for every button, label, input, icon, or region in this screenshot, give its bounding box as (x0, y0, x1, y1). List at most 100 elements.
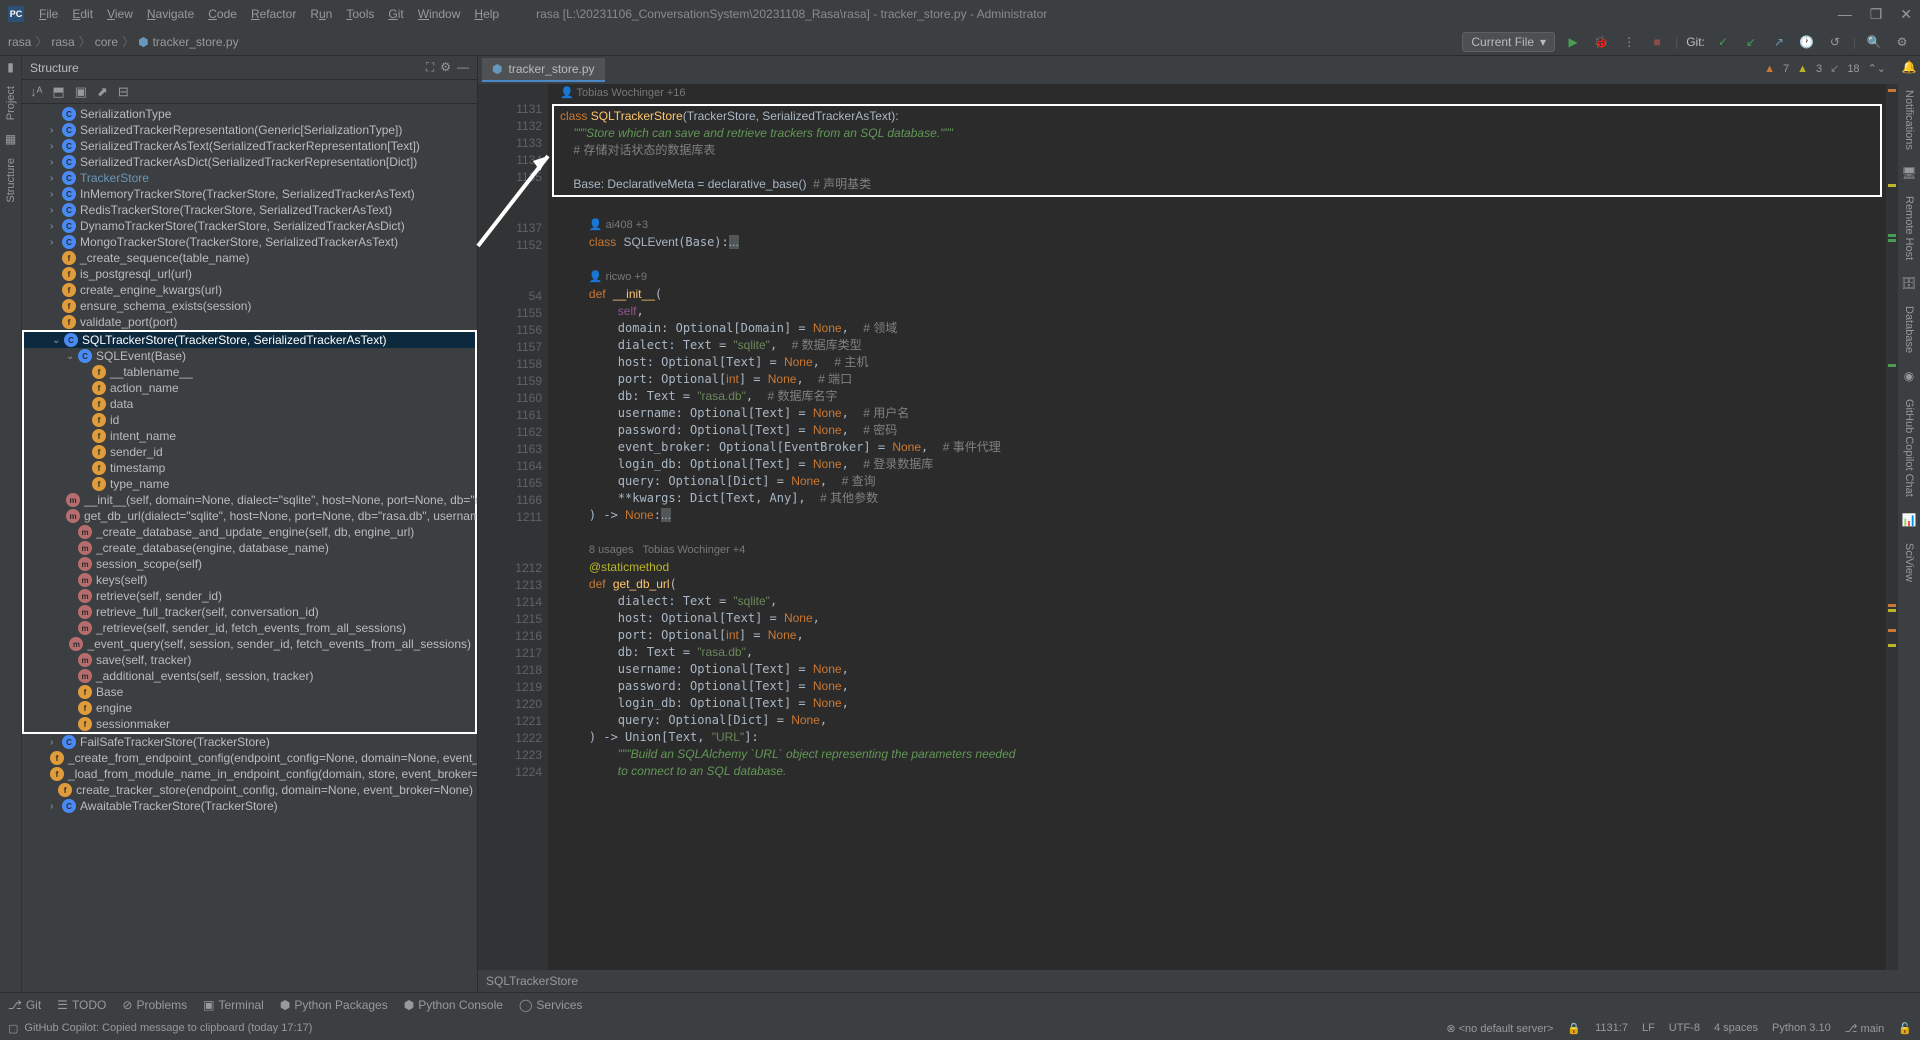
python-packages-button[interactable]: ⬢Python Packages (280, 998, 388, 1012)
notifications-tool[interactable]: Notifications (1901, 86, 1917, 154)
problems-tool-button[interactable]: ⊘Problems (122, 998, 187, 1012)
show-inherited-icon[interactable]: ⬈ (97, 84, 108, 100)
menu-tools[interactable]: Tools (339, 7, 381, 21)
database-tool[interactable]: Database (1901, 302, 1917, 357)
git-commit-icon[interactable]: ↙ (1741, 32, 1761, 52)
copilot-chat-tool[interactable]: GitHub Copilot Chat (1901, 395, 1917, 501)
run-config-dropdown[interactable]: Current File▾ (1462, 32, 1555, 52)
interpreter[interactable]: Python 3.10 (1772, 1022, 1831, 1034)
editor-tab-tracker-store[interactable]: ⬢ tracker_store.py (482, 58, 605, 82)
tree-item[interactable]: SerializationType (22, 106, 477, 122)
todo-tool-button[interactable]: ☰TODO (57, 998, 106, 1012)
indent-setting[interactable]: 4 spaces (1714, 1022, 1758, 1034)
expand-icon[interactable]: ⛶ (426, 60, 434, 75)
tree-item[interactable]: session_scope(self) (24, 556, 475, 572)
git-push-icon[interactable]: ↗ (1769, 32, 1789, 52)
tree-item[interactable]: action_name (24, 380, 475, 396)
hide-icon[interactable]: — (457, 60, 469, 75)
project-tool-icon[interactable]: ▮ (7, 60, 14, 74)
tree-item[interactable]: data (24, 396, 475, 412)
minimize-icon[interactable]: — (1838, 6, 1852, 23)
database-icon[interactable]: 🗄 (1901, 276, 1916, 290)
tree-item[interactable]: ⌄SQLEvent(Base) (24, 348, 475, 364)
close-icon[interactable]: ✕ (1900, 6, 1912, 23)
tree-item[interactable]: keys(self) (24, 572, 475, 588)
tree-item[interactable]: ›SerializedTrackerAsDict(SerializedTrack… (22, 154, 477, 170)
settings-icon[interactable]: ⚙ (1892, 32, 1912, 52)
tree-item[interactable]: _load_from_module_name_in_endpoint_confi… (22, 766, 477, 782)
editor-breadcrumb[interactable]: SQLTrackerStore (478, 970, 1898, 992)
error-stripe[interactable] (1886, 84, 1898, 970)
chevron-up-down-icon[interactable]: ⌃⌄ (1868, 62, 1886, 75)
bell-icon[interactable]: 🔔 (1902, 60, 1917, 74)
project-tool-button[interactable]: Project (3, 82, 19, 124)
tree-item[interactable]: ›DynamoTrackerStore(TrackerStore, Serial… (22, 218, 477, 234)
tree-item[interactable]: intent_name (24, 428, 475, 444)
git-tool-button[interactable]: ⎇Git (8, 998, 41, 1012)
code-editor[interactable]: 👤 Tobias Wochinger +16 class SQLTrackerS… (548, 84, 1886, 970)
sort-alpha-icon[interactable]: ↓ᴬ (30, 84, 42, 99)
lock-icon[interactable]: 🔒 (1567, 1022, 1581, 1035)
structure-tool-icon[interactable]: ▦ (5, 132, 16, 146)
menu-edit[interactable]: Edit (65, 7, 100, 21)
remote-host-tool[interactable]: Remote Host (1901, 192, 1917, 264)
editor-gutter[interactable]: 1131113211331134113511371152541155115611… (478, 84, 548, 970)
tree-item[interactable]: Base (24, 684, 475, 700)
breadcrumb-item[interactable]: rasa (8, 35, 31, 49)
encoding[interactable]: UTF-8 (1669, 1022, 1700, 1034)
python-console-button[interactable]: ⬢Python Console (404, 998, 503, 1012)
tree-item[interactable]: ensure_schema_exists(session) (22, 298, 477, 314)
tree-item[interactable]: is_postgresql_url(url) (22, 266, 477, 282)
tree-item[interactable]: ›SerializedTrackerAsText(SerializedTrack… (22, 138, 477, 154)
menu-git[interactable]: Git (381, 7, 410, 21)
inspection-widget[interactable]: ▲7 ▲3 ↙18 ⌃⌄ (1756, 60, 1894, 77)
tree-item[interactable]: engine (24, 700, 475, 716)
tree-item[interactable]: _event_query(self, session, sender_id, f… (24, 636, 475, 652)
show-fields-icon[interactable]: ▣ (75, 84, 87, 100)
tree-item[interactable]: ›RedisTrackerStore(TrackerStore, Seriali… (22, 202, 477, 218)
structure-tool-button[interactable]: Structure (3, 154, 19, 207)
menu-file[interactable]: File (32, 7, 65, 21)
status-icon[interactable]: ▢ (8, 1022, 18, 1035)
tree-item[interactable]: ›SerializedTrackerRepresentation(Generic… (22, 122, 477, 138)
tree-item[interactable]: get_db_url(dialect="sqlite", host=None, … (24, 508, 475, 524)
tree-item[interactable]: _create_from_endpoint_config(endpoint_co… (22, 750, 477, 766)
sort-visibility-icon[interactable]: ⬒ (52, 84, 64, 100)
tree-item[interactable]: __init__(self, domain=None, dialect="sql… (24, 492, 475, 508)
debug-button[interactable]: 🐞 (1591, 32, 1611, 52)
tree-item[interactable]: ›TrackerStore (22, 170, 477, 186)
terminal-tool-button[interactable]: ▣Terminal (203, 998, 264, 1012)
git-history-icon[interactable]: 🕐 (1797, 32, 1817, 52)
breadcrumb-item[interactable]: core (95, 35, 118, 49)
tree-item[interactable]: ⌄SQLTrackerStore(TrackerStore, Serialize… (24, 332, 475, 348)
more-run-icon[interactable]: ⋮ (1619, 32, 1639, 52)
caret-position[interactable]: 1131:7 (1595, 1022, 1628, 1034)
services-tool-button[interactable]: ◯Services (519, 998, 582, 1012)
maximize-icon[interactable]: ❐ (1870, 6, 1883, 23)
git-branch[interactable]: ⎇ main (1845, 1022, 1885, 1035)
tree-item[interactable]: save(self, tracker) (24, 652, 475, 668)
tree-item[interactable]: type_name (24, 476, 475, 492)
remote-icon[interactable]: 🖥 (1901, 166, 1916, 180)
breadcrumb-file[interactable]: tracker_store.py (153, 35, 239, 49)
git-update-icon[interactable]: ✓ (1713, 32, 1733, 52)
copilot-icon[interactable]: ◉ (1904, 369, 1914, 383)
server-indicator[interactable]: ⊗ <no default server> (1446, 1022, 1553, 1035)
tree-item[interactable]: sessionmaker (24, 716, 475, 732)
git-rollback-icon[interactable]: ↺ (1825, 32, 1845, 52)
tree-item[interactable]: _create_database(engine, database_name) (24, 540, 475, 556)
menu-refactor[interactable]: Refactor (244, 7, 303, 21)
gear-icon[interactable]: ⚙ (440, 60, 451, 75)
menu-code[interactable]: Code (201, 7, 244, 21)
sciview-icon[interactable]: 📊 (1902, 513, 1917, 527)
autoscroll-icon[interactable]: ⊟ (118, 84, 129, 100)
menu-help[interactable]: Help (467, 7, 506, 21)
menu-navigate[interactable]: Navigate (140, 7, 201, 21)
stop-button[interactable]: ■ (1647, 32, 1667, 52)
tree-item[interactable]: create_tracker_store(endpoint_config, do… (22, 782, 477, 798)
tree-item[interactable]: timestamp (24, 460, 475, 476)
run-button[interactable]: ▶ (1563, 32, 1583, 52)
tree-item[interactable]: __tablename__ (24, 364, 475, 380)
tree-item[interactable]: _create_sequence(table_name) (22, 250, 477, 266)
menu-window[interactable]: Window (411, 7, 468, 21)
